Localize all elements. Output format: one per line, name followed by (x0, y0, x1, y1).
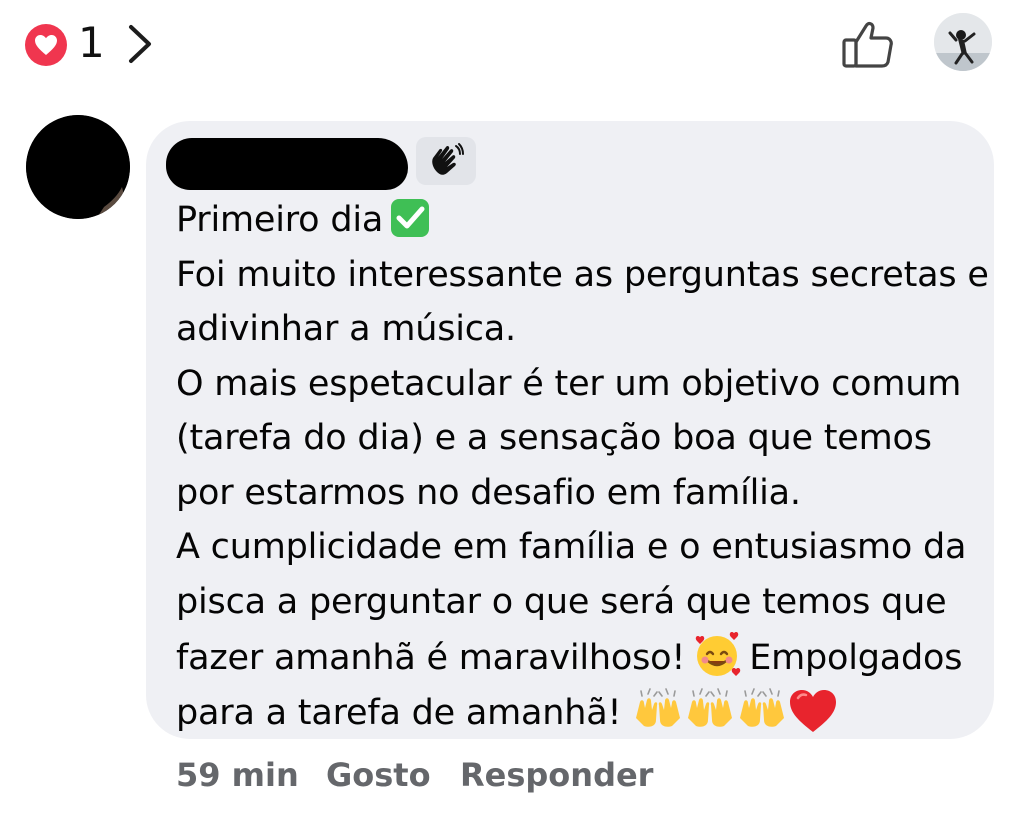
comment-line: adivinhar a música. (176, 309, 516, 349)
reactions-bar: 1 (0, 0, 1024, 90)
heart-reaction-icon[interactable] (25, 24, 67, 66)
waving-hand-icon (416, 137, 476, 185)
raising-hands-emoji (684, 687, 736, 732)
smiling-face-with-hearts-emoji (691, 629, 743, 681)
comment-line: A cumplicidade em família e o entusiasmo… (176, 527, 967, 567)
author-name[interactable] (166, 138, 408, 190)
author-avatar[interactable] (26, 115, 130, 219)
raising-hands-emoji (632, 687, 684, 732)
raising-hands-emoji (736, 687, 788, 732)
red-heart-emoji (788, 688, 838, 734)
reply-button[interactable]: Responder (460, 750, 653, 800)
thumbs-up-icon[interactable] (838, 18, 898, 70)
avatar[interactable] (934, 13, 992, 71)
comment-line: Primeiro dia (176, 193, 976, 248)
comment-bubble: Primeiro dia Foi muito interessante as p… (146, 121, 994, 739)
like-button[interactable]: Gosto (326, 750, 431, 800)
comment-line: Foi muito interessante as perguntas secr… (176, 254, 989, 295)
comment-timestamp: 59 min (176, 756, 299, 794)
check-mark-button-emoji (391, 199, 430, 237)
comment-line: para a tarefa de amanhã! (176, 686, 976, 741)
comment-line: pisca a perguntar o que será que temos q… (176, 581, 947, 622)
comment-line: fazer amanhã é maravilhoso! Empolgados (176, 629, 976, 686)
comment-line: por estarmos no desafio em família. (176, 472, 801, 513)
chevron-right-icon[interactable] (122, 22, 156, 66)
comment-line: (tarefa do dia) e a sensação boa que tem… (176, 418, 932, 458)
comment-line: O mais espetacular é ter um objetivo com… (176, 363, 962, 404)
reaction-count[interactable]: 1 (78, 18, 105, 68)
comment-text: Primeiro dia Foi muito interessante as p… (176, 193, 989, 741)
